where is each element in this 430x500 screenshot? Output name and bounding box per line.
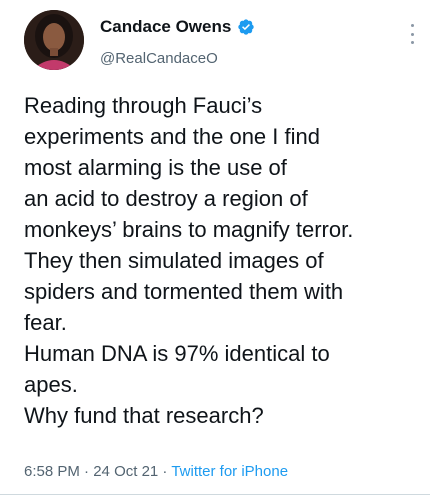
tweet-text-line: most alarming is the use of	[24, 155, 287, 180]
tweet-text-line: Reading through Fauci’s	[24, 93, 263, 118]
tweet-text-line: monkeys’ brains to magnify terror.	[24, 217, 354, 242]
tweet-text-line: Human DNA is 97% identical to	[24, 341, 330, 366]
tweet-time[interactable]: 6:58 PM	[24, 463, 80, 480]
author-name-row: Candace Owens	[100, 17, 255, 37]
tweet-card: Candace Owens @RealCandaceO Reading thro…	[0, 0, 430, 500]
tweet-text-line: experiments and the one I find	[24, 124, 320, 149]
tweet-text-line: apes.	[24, 372, 78, 397]
tweet-source-link[interactable]: Twitter for iPhone	[171, 463, 288, 480]
divider	[0, 494, 430, 495]
avatar-image	[24, 10, 84, 70]
meta-separator: ·	[158, 463, 172, 480]
meta-separator: ·	[79, 463, 94, 480]
tweet-text-line: Why fund that research?	[24, 403, 264, 428]
author-display-name[interactable]: Candace Owens	[100, 17, 231, 37]
tweet-date[interactable]: 24 Oct 21	[93, 463, 158, 480]
tweet-meta: 6:58 PM · 24 Oct 21 · Twitter for iPhone	[24, 463, 288, 480]
tweet-text-line: They then simulated images of	[24, 248, 324, 273]
tweet-text-line: fear.	[24, 310, 67, 335]
tweet-text-line: an acid to destroy a region of	[24, 186, 308, 211]
author-handle[interactable]: @RealCandaceO	[100, 50, 218, 67]
verified-badge-icon	[237, 18, 255, 36]
tweet-text: Reading through Fauci’s experiments and …	[24, 90, 424, 431]
more-options-icon[interactable]	[408, 24, 416, 44]
author-avatar[interactable]	[24, 10, 84, 70]
tweet-text-line: spiders and tormented them with	[24, 279, 344, 304]
